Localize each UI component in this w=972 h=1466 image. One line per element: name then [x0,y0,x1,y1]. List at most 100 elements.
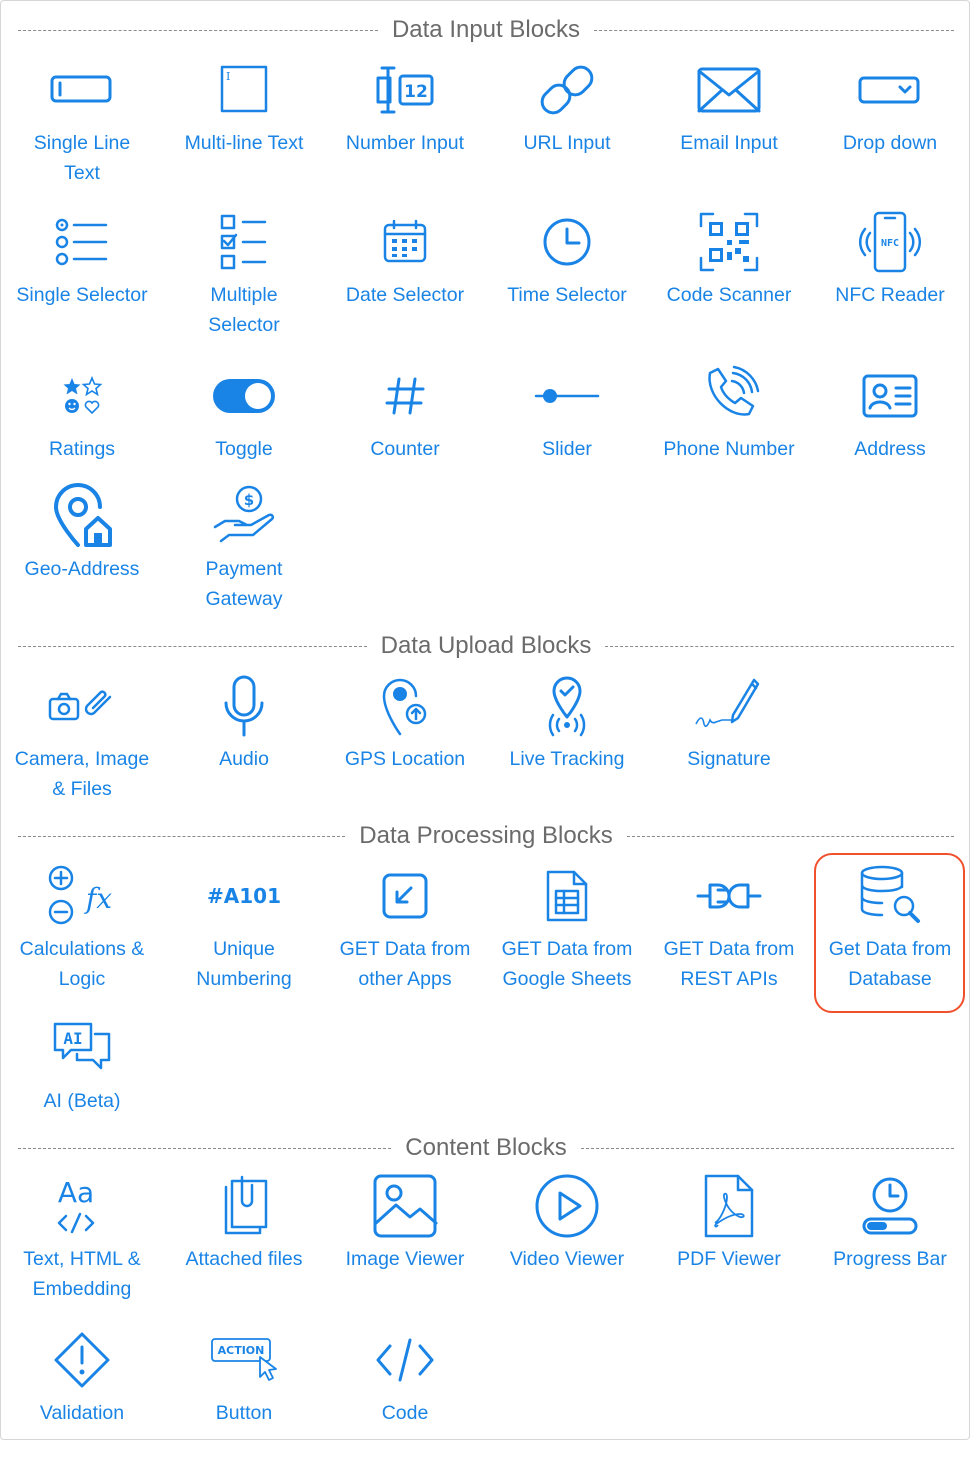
block-multiple-selector[interactable]: Multiple Selector [163,208,325,348]
play-icon [531,1172,603,1240]
block-ratings[interactable]: Ratings [1,362,163,502]
block-pdf-viewer[interactable]: PDF Viewer [648,1172,810,1312]
block-nfc-reader[interactable]: NFC NFC Reader [809,208,971,348]
block-get-data-from-other-apps[interactable]: GET Data from other Apps [324,862,486,1002]
content-section-header: Content Blocks [18,1133,955,1163]
nfc-phone-icon: NFC [854,208,926,276]
block-drop-down[interactable]: Drop down [809,56,971,196]
warning-diamond-icon [46,1326,118,1394]
divider [18,835,346,837]
progress-clock-icon [854,1172,926,1240]
block-payment-gateway[interactable]: $ Payment Gateway [163,482,325,622]
block-url-input[interactable]: URL Input [486,56,648,196]
geo-address-icon [46,482,118,550]
number-input-icon: 12 [369,56,441,124]
block-phone-number[interactable]: Phone Number [648,362,810,502]
divider [18,645,367,647]
attachment-files-icon [208,1172,280,1240]
toggle-icon [208,362,280,430]
block-email-input[interactable]: Email Input [648,56,810,196]
section-title: Data Processing Blocks [359,822,613,849]
unique-number-icon: #A101 [207,862,281,930]
svg-text:NFC: NFC [881,238,899,249]
block-video-viewer[interactable]: Video Viewer [486,1172,648,1312]
sheets-document-icon [531,862,603,930]
block-get-data-from-google-sheets[interactable]: GET Data from Google Sheets [486,862,648,1002]
link-icon [531,56,603,124]
svg-text:ACTION: ACTION [218,1344,265,1357]
block-gps-location[interactable]: GPS Location [324,672,486,812]
block-date-selector[interactable]: Date Selector [324,208,486,348]
divider [18,1147,392,1149]
block-code[interactable]: Code [324,1326,486,1466]
block-get-data-from-database[interactable]: Get Data from Database [809,862,971,1002]
block-label: Button [215,1402,273,1424]
block-label: Code Scanner [666,284,792,306]
block-single-line-text[interactable]: Single Line Text [1,56,163,196]
block-camera-image-files[interactable]: Camera, Image & Files [1,672,163,812]
microphone-icon [208,672,280,740]
block-progress-bar[interactable]: Progress Bar [809,1172,971,1312]
block-label: GPS Location [344,748,466,770]
block-address[interactable]: Address [809,362,971,502]
divider [626,835,955,837]
block-counter[interactable]: Counter [324,362,486,502]
block-validation[interactable]: Validation [1,1326,163,1466]
block-label: Slider [542,438,592,460]
block-label: URL Input [523,132,611,154]
block-toggle[interactable]: Toggle [163,362,325,502]
block-text-html-embedding[interactable]: Aa Text, HTML & Embedding [1,1172,163,1312]
block-label: Attached files [185,1248,303,1270]
section-title: Data Input Blocks [391,16,581,43]
calendar-icon [369,208,441,276]
block-label: Multiple Selector [208,284,280,336]
block-unique-numbering[interactable]: #A101 Unique Numbering [163,862,325,1002]
block-label: Time Selector [507,284,627,306]
plug-icon [693,862,765,930]
block-live-tracking[interactable]: Live Tracking [486,672,648,812]
svg-text:I: I [226,70,230,83]
block-slider[interactable]: Slider [486,362,648,502]
block-code-scanner[interactable]: Code Scanner [648,208,810,348]
signature-pen-icon [693,672,765,740]
divider [18,29,378,31]
block-label: Video Viewer [509,1248,625,1270]
block-label: Address [854,438,926,460]
block-multi-line-text[interactable]: I Multi-line Text [163,56,325,196]
slider-icon [531,362,603,430]
database-search-icon [854,862,926,930]
block-calculations-logic[interactable]: fx Calculations & Logic [1,862,163,1002]
block-label: Ratings [48,438,116,460]
block-audio[interactable]: Audio [163,672,325,812]
block-label: GET Data from REST APIs [663,938,795,990]
payment-hand-icon: $ [208,482,280,550]
block-label: GET Data from Google Sheets [501,938,633,990]
block-label: Geo-Address [24,558,140,580]
block-label: Get Data from Database [828,938,952,990]
calculations-fx-icon: fx [46,862,118,930]
dropdown-icon [854,56,926,124]
multi-line-text-icon: I [208,56,280,124]
block-geo-address[interactable]: Geo-Address [1,482,163,622]
block-label: Unique Numbering [196,938,292,990]
processing-section-header: Data Processing Blocks [18,821,955,851]
block-attached-files[interactable]: Attached files [163,1172,325,1312]
block-label: Single Selector [16,284,148,306]
image-icon [369,1172,441,1240]
block-label: PDF Viewer [677,1248,781,1270]
block-signature[interactable]: Signature [648,672,810,812]
radio-list-icon [46,208,118,276]
block-label: Signature [687,748,771,770]
block-number-input[interactable]: 12 Number Input [324,56,486,196]
block-label: AI (Beta) [43,1090,121,1112]
live-tracking-icon [531,672,603,740]
section-title: Data Upload Blocks [380,632,592,659]
block-label: Audio [219,748,269,770]
block-get-data-from-rest-apis[interactable]: GET Data from REST APIs [648,862,810,1002]
block-label: GET Data from other Apps [339,938,471,990]
block-image-viewer[interactable]: Image Viewer [324,1172,486,1312]
block-label: Calculations & Logic [19,938,145,990]
block-button[interactable]: ACTION Button [163,1326,325,1466]
block-single-selector[interactable]: Single Selector [1,208,163,348]
block-time-selector[interactable]: Time Selector [486,208,648,348]
